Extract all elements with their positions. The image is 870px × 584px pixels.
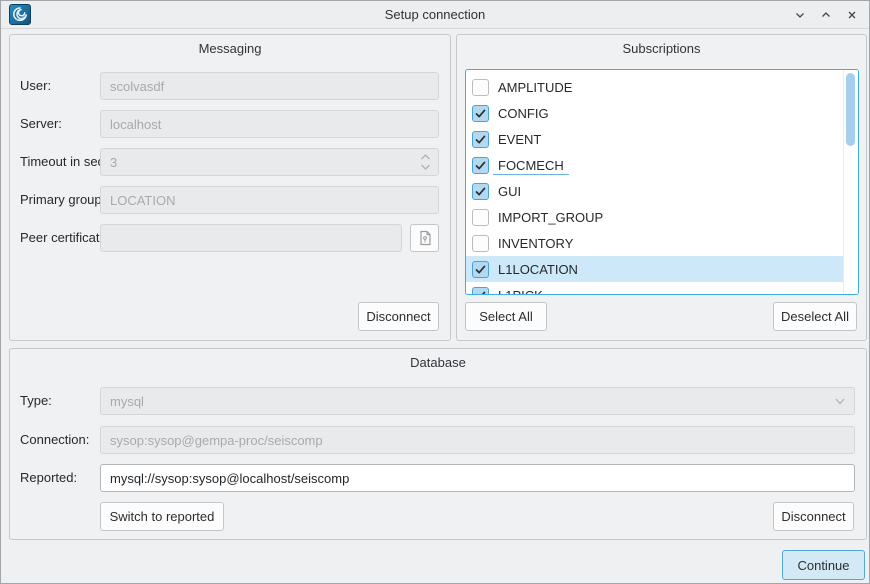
setup-connection-dialog: Setup connection Messaging User:: [0, 0, 870, 584]
subscription-row[interactable]: GUI: [466, 178, 844, 204]
server-input: [100, 110, 439, 138]
seiscomp-logo-icon: [9, 4, 31, 25]
timeout-spinbox: [100, 148, 439, 176]
db-connection-input: [100, 426, 855, 454]
close-icon: [845, 8, 859, 22]
messaging-disconnect-button[interactable]: Disconnect: [358, 302, 439, 331]
subscription-row[interactable]: FOCMECH: [466, 152, 844, 178]
select-all-button[interactable]: Select All: [465, 302, 547, 331]
checkbox-checked-icon[interactable]: [472, 131, 489, 148]
deselect-all-button[interactable]: Deselect All: [773, 302, 857, 331]
checkbox-checked-icon[interactable]: [472, 157, 489, 174]
window-controls: [792, 1, 859, 28]
server-label: Server:: [20, 110, 62, 138]
minimize-button[interactable]: [792, 7, 807, 22]
close-button[interactable]: [844, 7, 859, 22]
checkbox-unchecked-icon[interactable]: [472, 235, 489, 252]
switch-to-reported-button[interactable]: Switch to reported: [100, 502, 224, 531]
peer-certificate-browse-button[interactable]: [410, 224, 439, 252]
subscription-row[interactable]: EVENT: [466, 126, 844, 152]
titlebar[interactable]: Setup connection: [1, 1, 869, 29]
subscription-label: GUI: [498, 184, 521, 199]
subscriptions-group: Subscriptions AMPLITUDE CONFIG EVENT FOCMEC…: [456, 34, 867, 341]
checkbox-checked-icon[interactable]: [472, 287, 489, 296]
subscription-label: INVENTORY: [498, 236, 573, 251]
user-input: [100, 72, 439, 100]
scrollbar-thumb[interactable]: [846, 73, 855, 146]
checkbox-checked-icon[interactable]: [472, 261, 489, 278]
peer-certificate-label: Peer certificate:: [20, 224, 110, 252]
db-reported-input[interactable]: [100, 464, 855, 492]
continue-button[interactable]: Continue: [782, 550, 865, 580]
chevron-up-icon: [819, 8, 833, 22]
peer-certificate-input: [100, 224, 402, 252]
chevron-down-icon: [793, 8, 807, 22]
database-group-title: Database: [10, 355, 866, 370]
subscription-row[interactable]: CONFIG: [466, 100, 844, 126]
subscription-label: FOCMECH: [498, 158, 564, 173]
db-type-label: Type:: [20, 387, 52, 415]
subscription-label: L1LOCATION: [498, 262, 578, 277]
db-connection-label: Connection:: [20, 426, 89, 454]
checkbox-unchecked-icon[interactable]: [472, 209, 489, 226]
maximize-button[interactable]: [818, 7, 833, 22]
primary-group-label: Primary group:: [20, 186, 105, 214]
timeout-label: Timeout in sec.:: [20, 148, 111, 176]
subscriptions-list[interactable]: AMPLITUDE CONFIG EVENT FOCMECH GUI IMPORT_GRO…: [465, 69, 859, 295]
checkbox-unchecked-icon[interactable]: [472, 79, 489, 96]
subscription-label: IMPORT_GROUP: [498, 210, 603, 225]
subscription-row[interactable]: L1PICK: [466, 282, 844, 295]
db-type-select: [100, 387, 855, 415]
subscriptions-scrollbar[interactable]: [843, 70, 858, 294]
window-title: Setup connection: [1, 7, 869, 22]
subscription-row[interactable]: L1LOCATION: [466, 256, 844, 282]
checkbox-checked-icon[interactable]: [472, 183, 489, 200]
checkbox-checked-icon[interactable]: [472, 105, 489, 122]
subscription-row[interactable]: INVENTORY: [466, 230, 844, 256]
subscription-label: CONFIG: [498, 106, 549, 121]
database-disconnect-button[interactable]: Disconnect: [773, 502, 854, 531]
subscriptions-group-title: Subscriptions: [457, 41, 866, 56]
subscription-row[interactable]: IMPORT_GROUP: [466, 204, 844, 230]
database-group: Database Type: Connection: Reported: Swi…: [9, 348, 867, 540]
primary-group-input: [100, 186, 439, 214]
messaging-group: Messaging User: Server: Timeout in sec.:…: [9, 34, 451, 341]
subscription-row[interactable]: AMPLITUDE: [466, 74, 844, 100]
subscription-label: AMPLITUDE: [498, 80, 572, 95]
user-label: User:: [20, 72, 51, 100]
document-file-icon: [418, 230, 432, 246]
subscriptions-list-rows: AMPLITUDE CONFIG EVENT FOCMECH GUI IMPORT_GRO…: [466, 74, 844, 295]
subscription-label: L1PICK: [498, 288, 543, 296]
subscription-label: EVENT: [498, 132, 541, 147]
db-reported-label: Reported:: [20, 464, 77, 492]
messaging-group-title: Messaging: [10, 41, 450, 56]
